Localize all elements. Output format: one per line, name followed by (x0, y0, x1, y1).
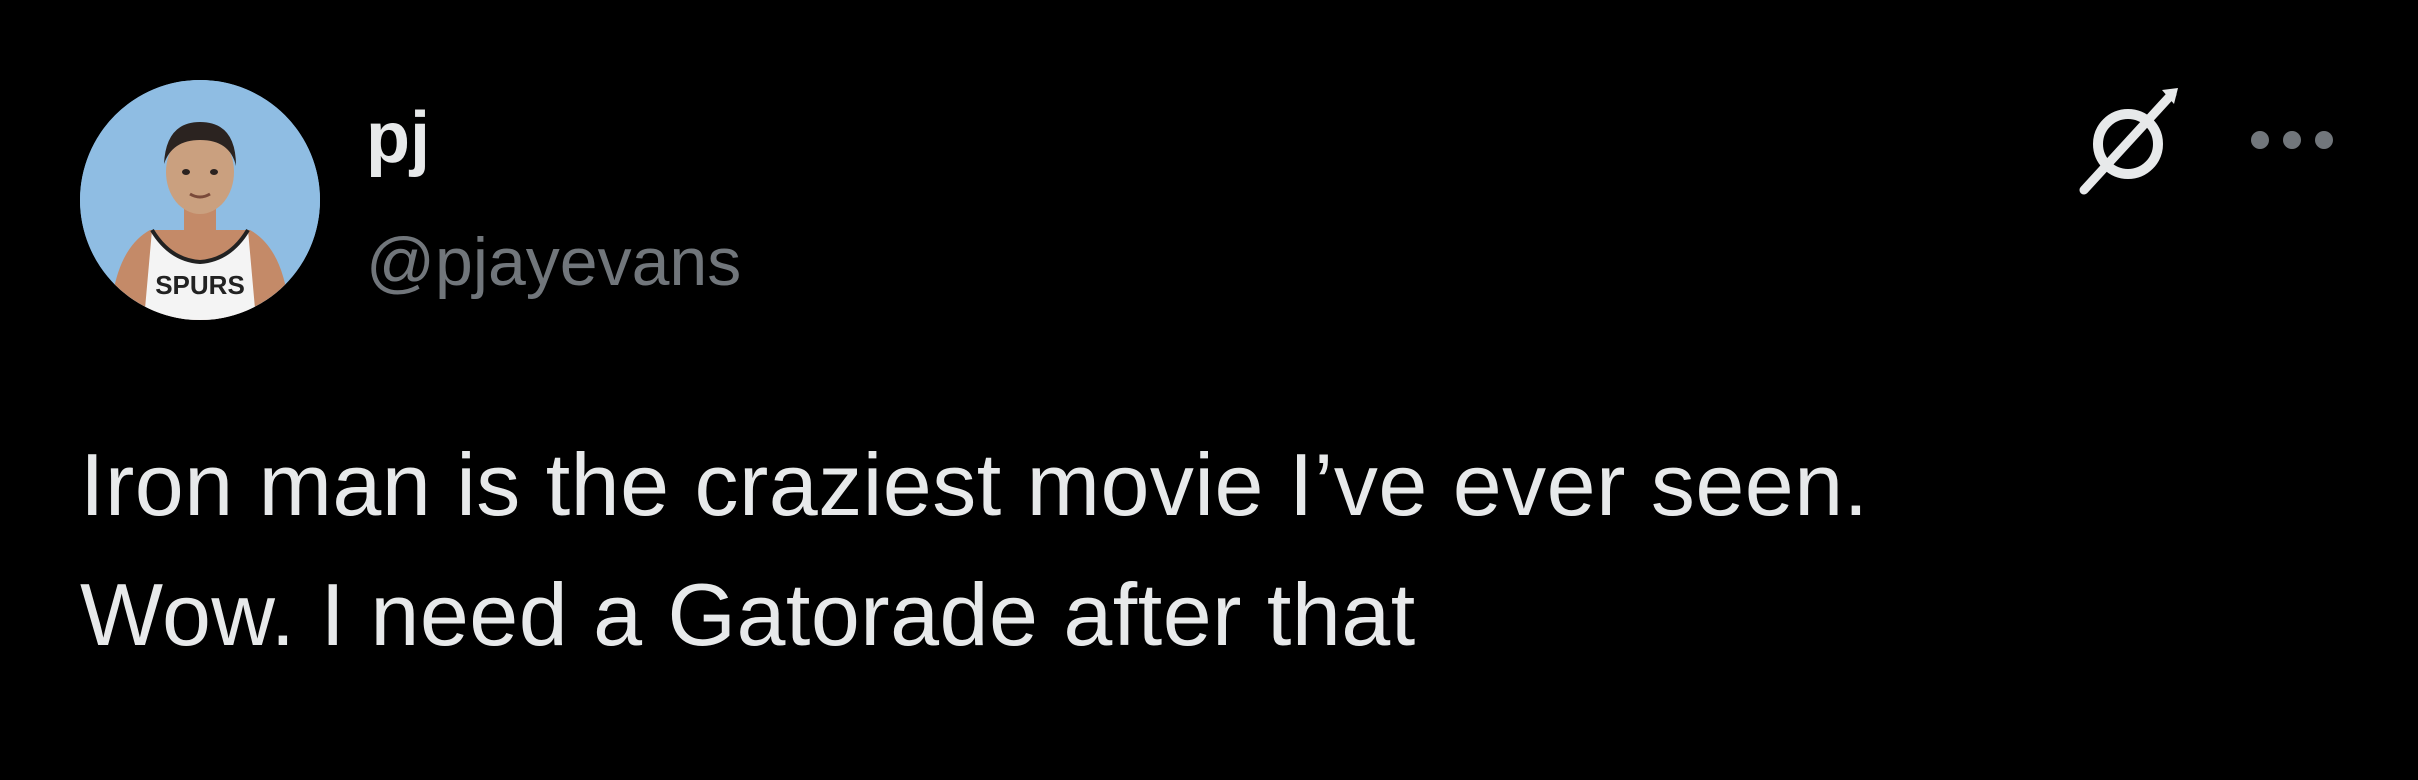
avatar-image: SPURS (80, 80, 320, 320)
avatar[interactable]: SPURS (80, 80, 320, 320)
tweet-card: SPURS pj @pjayevans Iron man is the craz… (0, 0, 2418, 780)
more-options-button[interactable] (2244, 120, 2340, 160)
user-handle[interactable]: @pjayevans (366, 222, 741, 302)
grok-button[interactable] (2070, 80, 2190, 200)
svg-text:SPURS: SPURS (155, 270, 245, 300)
more-dots-icon (2251, 131, 2333, 149)
tweet-text-line-2: Wow. I need a Gatorade after that (80, 565, 1416, 664)
tweet-text-line-1: Iron man is the craziest movie I’ve ever… (80, 435, 1869, 534)
grok-icon (2079, 88, 2178, 195)
display-name[interactable]: pj (366, 96, 430, 180)
tweet-text: Iron man is the craziest movie I’ve ever… (80, 420, 2340, 680)
